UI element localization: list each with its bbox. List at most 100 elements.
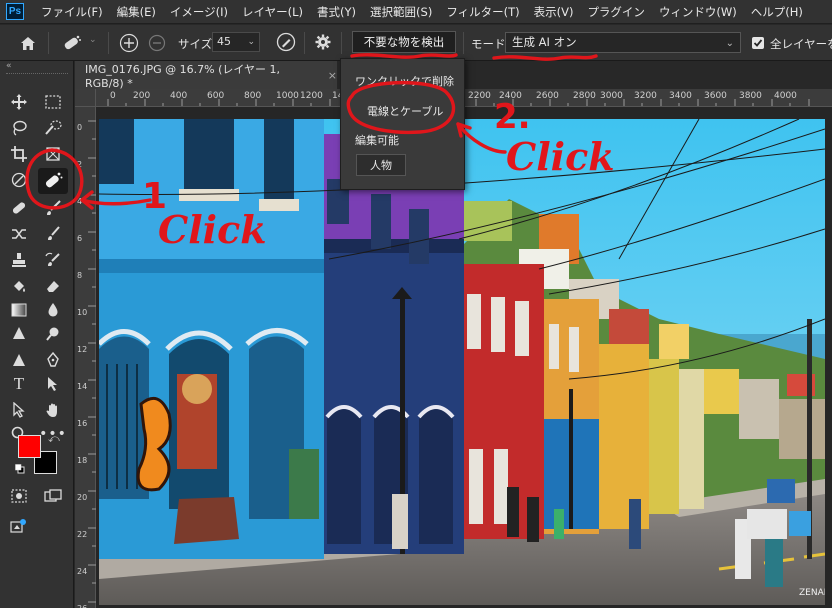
ruler-label: 800 <box>244 91 262 101</box>
remove-distractions-button[interactable]: 不要な物を検出 <box>352 31 456 53</box>
hand-tool-icon[interactable] <box>40 398 66 422</box>
content-aware-move-tool-icon[interactable] <box>6 222 32 246</box>
dropdown-item-people[interactable]: 人物 <box>356 154 406 176</box>
type-tool-icon[interactable]: T <box>6 372 32 396</box>
quick-mask-icon[interactable] <box>6 484 32 508</box>
close-tab-icon[interactable]: × <box>328 69 337 82</box>
ruler-label: 400 <box>170 91 188 101</box>
direct-selection-tool-icon[interactable] <box>6 398 32 422</box>
menu-plugins[interactable]: プラグイン <box>580 0 652 24</box>
remove-tool-preset-icon[interactable] <box>56 31 88 55</box>
ruler-label: 3200 <box>634 91 657 101</box>
history-brush-tool-icon[interactable] <box>40 248 66 272</box>
clone-stamp-tool-icon[interactable] <box>6 248 32 272</box>
menu-view[interactable]: 表示(V) <box>527 0 581 24</box>
settings-gear-icon[interactable] <box>312 31 334 53</box>
menu-window[interactable]: ウィンドウ(W) <box>652 0 744 24</box>
menu-filter[interactable]: フィルター(T) <box>439 0 526 24</box>
ruler-label: 22 <box>77 530 88 539</box>
ruler-label: 1000 <box>276 91 299 101</box>
foreground-color-swatch[interactable] <box>18 435 41 458</box>
ruler-label: 14 <box>77 382 88 391</box>
brush-tool-icon[interactable] <box>40 196 66 220</box>
menu-edit[interactable]: 編集(E) <box>110 0 163 24</box>
paint-bucket-tool-icon[interactable] <box>6 274 32 298</box>
screen-mode-icon[interactable] <box>40 484 66 508</box>
swap-colors-icon[interactable]: ⤺ <box>48 432 60 446</box>
eraser-tool-icon[interactable] <box>40 274 66 298</box>
menu-type[interactable]: 書式(Y) <box>310 0 363 24</box>
menu-select[interactable]: 選択範囲(S) <box>363 0 439 24</box>
ruler-label: 8 <box>77 271 83 280</box>
blur-tool-icon[interactable] <box>40 298 66 322</box>
ruler-label: 24 <box>77 567 88 576</box>
size-chevron-icon[interactable]: ⌄ <box>247 33 255 51</box>
ruler-label: 3800 <box>739 91 762 101</box>
collapse-panel-icon[interactable]: « <box>6 61 12 71</box>
ruler-label: 16 <box>77 419 88 428</box>
ruler-label: 3400 <box>669 91 692 101</box>
ruler-label: 2400 <box>499 91 522 101</box>
dropdown-item-one-click-remove[interactable]: ワンクリックで削除 <box>355 73 454 89</box>
document-tab[interactable]: IMG_0176.JPG @ 16.7% (レイヤー 1, RGB/8) * × <box>75 61 337 90</box>
sponge-tool-icon[interactable] <box>40 322 66 346</box>
path-selection-tool-icon[interactable] <box>40 372 66 396</box>
eyedropper-tool-icon[interactable] <box>6 168 32 192</box>
ruler-label: 1200 <box>300 91 323 101</box>
paintbrush-tool-icon[interactable] <box>40 222 66 246</box>
ruler-label: 2 <box>77 160 83 169</box>
menu-bar: Ps ファイル(F) 編集(E) イメージ(I) レイヤー(L) 書式(Y) 選… <box>0 0 832 24</box>
mode-label: モード <box>471 37 506 51</box>
lasso-tool-icon[interactable] <box>6 116 32 140</box>
add-brush-icon[interactable] <box>117 31 141 55</box>
menu-image[interactable]: イメージ(I) <box>163 0 235 24</box>
pen-tool-icon[interactable] <box>40 348 66 372</box>
gradient-tool-icon[interactable] <box>6 298 32 322</box>
size-field[interactable]: 45 ⌄ <box>212 32 260 52</box>
ruler-label: 600 <box>207 91 225 101</box>
menu-file[interactable]: ファイル(F) <box>34 0 110 24</box>
ruler-label: 10 <box>77 308 88 317</box>
all-layers-checkbox[interactable] <box>752 37 764 49</box>
ruler-label: 12 <box>77 345 88 354</box>
ruler-label: 4000 <box>774 91 797 101</box>
object-selection-tool-icon[interactable] <box>40 116 66 140</box>
ruler-label: 6 <box>77 234 83 243</box>
generative-tool-icon[interactable] <box>6 514 32 538</box>
healing-brush-tool-icon[interactable] <box>6 196 32 220</box>
home-icon[interactable] <box>14 31 42 55</box>
dropdown-section-editable: 編集可能 <box>355 134 399 147</box>
default-colors-icon[interactable] <box>15 464 25 474</box>
preset-chevron-icon[interactable]: ⌄ <box>89 35 97 45</box>
move-tool-icon[interactable] <box>6 90 32 114</box>
marquee-tool-icon[interactable] <box>40 90 66 114</box>
size-label: サイズ <box>178 37 213 51</box>
ruler-label: 2200 <box>468 91 491 101</box>
dropdown-item-wires-and-cables[interactable]: 電線とケーブル <box>367 103 443 119</box>
mode-select[interactable]: 生成 AI オン ⌄ <box>505 32 741 53</box>
menu-layer[interactable]: レイヤー(L) <box>235 0 310 24</box>
mode-chevron-icon: ⌄ <box>725 38 734 49</box>
document-photo[interactable]: ZENART <box>99 119 825 605</box>
ruler-label: 2800 <box>573 91 596 101</box>
subtract-brush-icon[interactable] <box>146 31 168 55</box>
ruler-origin[interactable] <box>75 89 96 107</box>
vertical-ruler[interactable]: 02468101214161820222426 <box>75 107 96 608</box>
ruler-label: 26 <box>77 604 87 608</box>
frame-tool-icon[interactable] <box>40 142 66 166</box>
ruler-label: 20 <box>77 493 88 502</box>
remove-tool-icon[interactable] <box>38 168 68 194</box>
document-title: IMG_0176.JPG @ 16.7% (レイヤー 1, RGB/8) * <box>85 62 281 90</box>
dodge-tool-icon[interactable] <box>6 322 32 346</box>
menu-help[interactable]: ヘルプ(H) <box>744 0 810 24</box>
pressure-size-icon[interactable] <box>274 31 298 53</box>
ruler-label: 200 <box>133 91 151 101</box>
crop-tool-icon[interactable] <box>6 142 32 166</box>
ruler-label: 3000 <box>600 91 623 101</box>
ruler-label: 0 <box>110 91 116 101</box>
ruler-label: 0 <box>77 123 83 132</box>
ruler-label: 18 <box>77 456 88 465</box>
ruler-label: 3600 <box>704 91 727 101</box>
dodge-triangle-tool-icon[interactable] <box>6 348 32 372</box>
photoshop-logo[interactable]: Ps <box>6 3 24 20</box>
